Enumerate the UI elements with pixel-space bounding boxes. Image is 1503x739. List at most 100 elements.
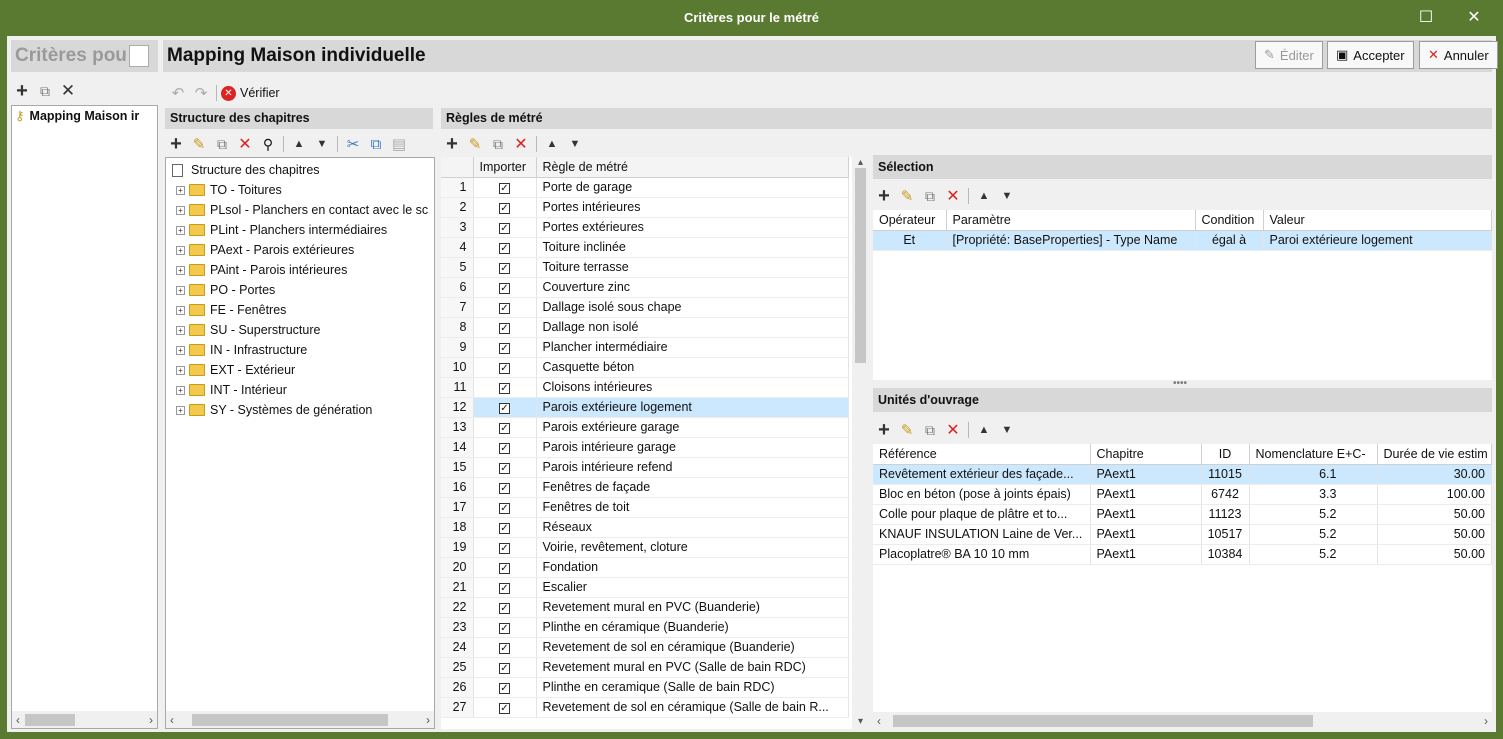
expand-icon[interactable]: + [176,345,185,355]
undo-icon[interactable]: ↶ [167,82,189,104]
scroll-thumb[interactable] [855,168,866,363]
add-icon[interactable]: + [165,133,187,155]
copy-icon[interactable]: ⧉ [919,185,941,207]
expand-icon[interactable]: + [176,285,185,295]
rules-vscrollbar[interactable]: ▴ ▾ [852,157,869,729]
table-row[interactable]: Et [Propriété: BaseProperties] - Type Na… [873,230,1492,251]
import-checkbox[interactable]: ✓ [499,463,510,474]
table-row[interactable]: Colle pour plaque de plâtre et to... PAex… [873,504,1492,525]
col-rule-header[interactable]: Règle de métré [536,157,849,178]
col-chapter-header[interactable]: Chapitre [1090,444,1202,465]
add-icon[interactable]: + [873,185,895,207]
table-row[interactable]: 23 ✓ Plinthe en céramique (Buanderie) [441,617,849,638]
scroll-thumb[interactable] [24,713,75,726]
table-row[interactable]: Bloc en béton (pose à joints épais) PAext… [873,484,1492,505]
chapters-hscrollbar[interactable]: ‹ › [166,711,434,728]
import-checkbox[interactable]: ✓ [499,343,510,354]
import-checkbox[interactable]: ✓ [499,363,510,374]
chapter-item[interactable]: + SY - Systèmes de génération [166,400,434,420]
table-row[interactable]: 12 ✓ Parois extérieure logement [441,397,849,418]
chapter-item[interactable]: + PAext - Parois extérieures [166,240,434,260]
move-up-icon[interactable]: ▲ [541,133,563,155]
import-checkbox[interactable]: ✓ [499,503,510,514]
import-checkbox[interactable]: ✓ [499,243,510,254]
col-lifetime-header[interactable]: Durée de vie estim [1377,444,1492,465]
col-value-header[interactable]: Valeur [1263,210,1492,231]
chapter-item[interactable]: + FE - Fenêtres [166,300,434,320]
table-row[interactable]: 2 ✓ Portes intérieures [441,197,849,218]
scroll-down-icon[interactable]: ▾ [852,716,869,727]
add-icon[interactable]: + [873,419,895,441]
import-checkbox[interactable]: ✓ [499,703,510,714]
move-up-icon[interactable]: ▲ [973,419,995,441]
col-reference-header[interactable]: Référence [873,444,1091,465]
expand-icon[interactable]: + [176,385,185,395]
scroll-left-icon[interactable]: ‹ [16,713,20,727]
chapter-item[interactable]: + IN - Infrastructure [166,340,434,360]
redo-icon[interactable]: ↷ [190,82,212,104]
import-checkbox[interactable]: ✓ [499,623,510,634]
table-row[interactable]: 3 ✓ Portes extérieures [441,217,849,238]
expand-icon[interactable]: + [176,325,185,335]
chapter-item[interactable]: + PO - Portes [166,280,434,300]
delete-icon[interactable]: ✕ [234,133,256,155]
scroll-thumb[interactable] [192,713,388,726]
import-checkbox[interactable]: ✓ [499,223,510,234]
move-down-icon[interactable]: ▼ [564,133,586,155]
table-row[interactable]: 8 ✓ Dallage non isolé [441,317,849,338]
move-up-icon[interactable]: ▲ [973,185,995,207]
chapter-item[interactable]: + PLsol - Planchers en contact avec le sc [166,200,434,220]
import-checkbox[interactable]: ✓ [499,183,510,194]
import-checkbox[interactable]: ✓ [499,663,510,674]
delete-icon[interactable]: ✕ [942,185,964,207]
move-down-icon[interactable]: ▼ [311,133,333,155]
scroll-left-icon[interactable]: ‹ [170,713,174,727]
import-checkbox[interactable]: ✓ [499,203,510,214]
table-row[interactable]: 4 ✓ Toiture inclinée [441,237,849,258]
table-row[interactable]: 15 ✓ Parois intérieure refend [441,457,849,478]
verify-button[interactable]: ✕ Vérifier [221,85,280,101]
import-checkbox[interactable]: ✓ [499,603,510,614]
table-row[interactable]: 1 ✓ Porte de garage [441,177,849,198]
import-checkbox[interactable]: ✓ [499,303,510,314]
import-checkbox[interactable]: ✓ [499,323,510,334]
import-checkbox[interactable]: ✓ [499,483,510,494]
import-checkbox[interactable]: ✓ [499,283,510,294]
cut-icon[interactable]: ✂ [342,133,364,155]
table-row[interactable]: 26 ✓ Plinthe en ceramique (Salle de bain R… [441,677,849,698]
copy-icon[interactable]: ⧉ [487,133,509,155]
edit-icon[interactable]: ✎ [896,419,918,441]
copy-icon[interactable]: ⧉ [34,80,56,102]
import-checkbox[interactable]: ✓ [499,443,510,454]
tree-item-mapping[interactable]: ⚷ Mapping Maison ir [12,106,157,126]
tree-root[interactable]: Structure des chapitres [166,160,434,180]
table-row[interactable]: 24 ✓ Revetement de sol en céramique (Buand… [441,637,849,658]
scroll-thumb[interactable] [892,714,1313,727]
import-checkbox[interactable]: ✓ [499,403,510,414]
import-checkbox[interactable]: ✓ [499,523,510,534]
table-row[interactable]: 9 ✓ Plancher intermédiaire [441,337,849,358]
chapter-item[interactable]: + TO - Toitures [166,180,434,200]
expand-icon[interactable]: + [176,205,185,215]
table-row[interactable]: 5 ✓ Toiture terrasse [441,257,849,278]
table-row[interactable]: Revêtement extérieur des façade... PAext1… [873,464,1492,485]
table-row[interactable]: 17 ✓ Fenêtres de toit [441,497,849,518]
accept-button[interactable]: ▣ Accepter [1327,41,1414,69]
chapter-item[interactable]: + INT - Intérieur [166,380,434,400]
table-row[interactable]: 19 ✓ Voirie, revêtement, cloture [441,537,849,558]
cancel-button[interactable]: ✕ Annuler [1419,41,1498,69]
import-checkbox[interactable]: ✓ [499,643,510,654]
scroll-right-icon[interactable]: › [149,713,153,727]
table-row[interactable]: Placoplatre® BA 10 10 mm PAext1 10384 5.2 50… [873,544,1492,565]
chapter-item[interactable]: + EXT - Extérieur [166,360,434,380]
copy-icon[interactable]: ⧉ [919,419,941,441]
table-row[interactable]: 10 ✓ Casquette béton [441,357,849,378]
edit-icon[interactable]: ✎ [188,133,210,155]
import-checkbox[interactable]: ✓ [499,563,510,574]
chapter-item[interactable]: + SU - Superstructure [166,320,434,340]
table-row[interactable]: 25 ✓ Revetement mural en PVC (Salle de bai… [441,657,849,678]
import-checkbox[interactable]: ✓ [499,383,510,394]
copy-clipboard-icon[interactable]: ⧉ [365,133,387,155]
search-icon[interactable]: ⚲ [257,133,279,155]
scroll-left-icon[interactable]: ‹ [877,714,881,728]
